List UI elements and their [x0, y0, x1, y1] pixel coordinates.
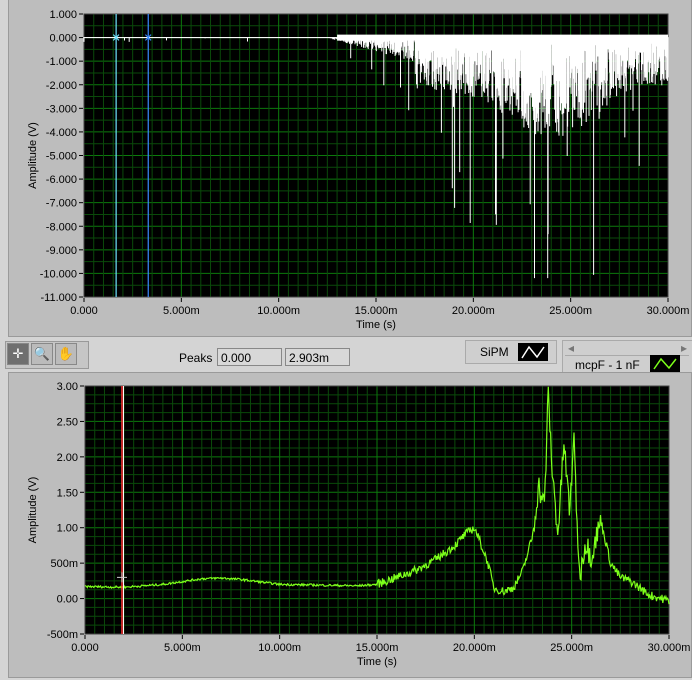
- y-tick-label: 0.000: [49, 33, 77, 45]
- y-tick-label: -3.000: [46, 103, 77, 115]
- x-tick-label: 20.000m: [453, 642, 496, 654]
- top-graph: 1.000 0.000 -1.000 -2.000 -3.000 -4.000 -5.000…: [8, 0, 692, 337]
- y-tick-label: 2.50: [57, 416, 78, 428]
- x-tick-label: 25.000m: [550, 642, 593, 654]
- x-tick-label: 15.000m: [355, 305, 398, 317]
- y-tick-label: -8.000: [46, 221, 77, 233]
- cursor-move-icon[interactable]: ✛: [7, 343, 29, 365]
- x-tick-label: 15.000m: [356, 642, 399, 654]
- y-tick-label: 2.00: [57, 452, 78, 464]
- y-tick-label: 1.00: [57, 523, 78, 535]
- graph-palette: ✛ 🔍 ✋: [5, 341, 89, 369]
- scroll-right-icon[interactable]: ▸: [681, 341, 687, 355]
- green-wave-icon: [650, 355, 680, 372]
- y-axis-label: Amplitude (V): [27, 477, 39, 544]
- y-tick-label: -9.000: [46, 245, 77, 257]
- x-tick-label: 30.000m: [648, 642, 691, 654]
- y-tick-label: -1.000: [46, 56, 77, 68]
- y-tick-label: -2.000: [46, 80, 77, 92]
- y-tick-label: 3.00: [57, 381, 78, 393]
- x-axis-label: Time (s): [356, 319, 396, 331]
- peaks-label: Peaks: [179, 351, 213, 365]
- legend-label: SiPM: [480, 345, 509, 359]
- x-tick-label: 20.000m: [452, 305, 495, 317]
- plot-legend-sipm[interactable]: SiPM: [465, 340, 557, 364]
- y-tick-label: -6.000: [46, 174, 77, 186]
- y-tick-label: 1.000: [49, 9, 77, 21]
- y-tick-label: -7.000: [46, 198, 77, 210]
- pan-hand-icon[interactable]: ✋: [55, 343, 77, 365]
- bottom-graph: 3.00 2.50 2.00 1.50 1.00 500m 0.00 -500m 0.000 5.…: [8, 372, 692, 678]
- top-waveform-graph[interactable]: 1.000 0.000 -1.000 -2.000 -3.000 -4.000 -5.000…: [9, 0, 692, 336]
- peaks-value-2[interactable]: 2.903m: [285, 348, 350, 366]
- x-tick-label: 10.000m: [258, 642, 301, 654]
- x-tick-label: 5.000m: [163, 305, 200, 317]
- x-tick-label: 30.000m: [647, 305, 690, 317]
- y-axis-label: Amplitude (V): [27, 122, 39, 189]
- x-tick-label: 10.000m: [257, 305, 300, 317]
- x-axis-label: Time (s): [357, 656, 397, 668]
- white-wave-icon: [518, 343, 548, 361]
- legend-label: mcpF - 1 nF: [575, 358, 640, 372]
- zoom-icon[interactable]: 🔍: [31, 343, 53, 365]
- peaks-value-1[interactable]: 0.000: [217, 348, 282, 366]
- y-tick-label: -11.000: [41, 292, 78, 304]
- x-tick-label: 0.000: [71, 642, 99, 654]
- y-tick-label: 1.50: [57, 487, 78, 499]
- cursor-marker-icon: ✕: [144, 33, 153, 45]
- y-tick-label: 0.00: [57, 594, 78, 606]
- scroll-left-icon[interactable]: ◂: [568, 341, 574, 355]
- cursor-marker-icon: ✕: [112, 33, 121, 45]
- x-tick-label: 0.000: [70, 305, 98, 317]
- y-tick-label: -500m: [47, 629, 78, 641]
- x-tick-label: 5.000m: [164, 642, 201, 654]
- plot-legend-mcpf[interactable]: ◂ ▸ mcpF - 1 nF: [562, 340, 692, 376]
- x-tick-label: 25.000m: [549, 305, 592, 317]
- y-tick-label: 500m: [50, 558, 78, 570]
- y-tick-label: -10.000: [40, 268, 77, 280]
- y-tick-label: -4.000: [46, 127, 77, 139]
- bottom-waveform-graph[interactable]: 3.00 2.50 2.00 1.50 1.00 500m 0.00 -500m0.000 5.…: [9, 373, 692, 677]
- y-tick-label: -5.000: [46, 151, 77, 163]
